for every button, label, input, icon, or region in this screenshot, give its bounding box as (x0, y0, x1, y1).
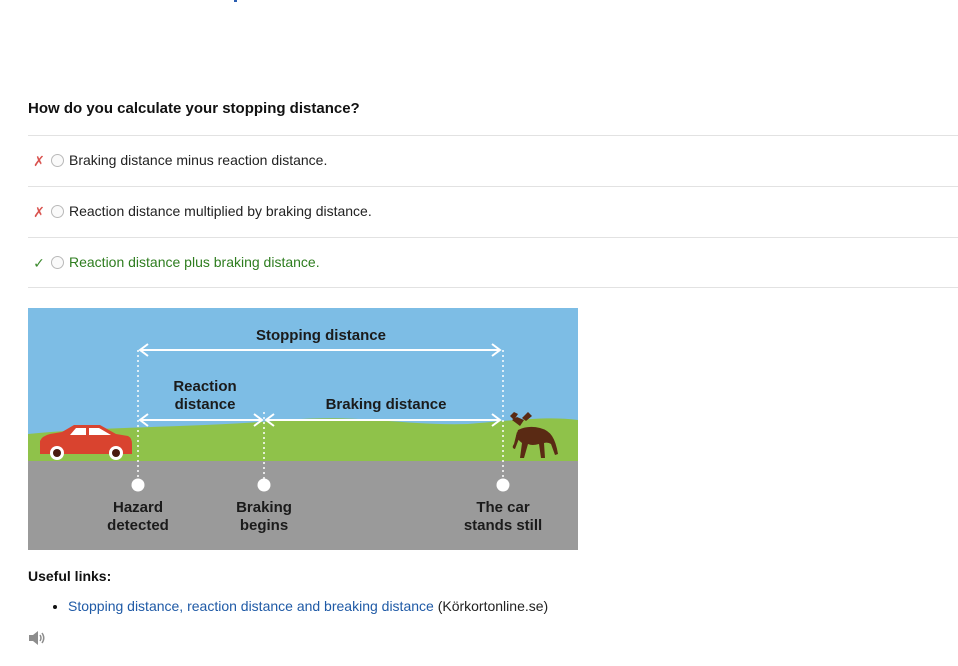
answer-option-2[interactable]: ✗ Reaction distance multiplied by brakin… (28, 186, 958, 237)
answer-option-3[interactable]: ✓ Reaction distance plus braking distanc… (28, 237, 958, 288)
illustration-svg: Stopping distance Reaction distance Brak… (28, 308, 578, 550)
braking-distance-label: Braking distance (326, 396, 447, 413)
reaction-distance-label-line1: Reaction (173, 378, 236, 395)
top-link-fragment (234, 0, 237, 2)
link-source: (Körkortonline.se) (433, 598, 549, 614)
wrong-mark-icon: ✗ (33, 204, 45, 220)
list-item: Stopping distance, reaction distance and… (68, 598, 548, 614)
speaker-icon-svg (29, 631, 45, 645)
check-mark-icon: ✓ (33, 255, 45, 271)
stopping-distance-link[interactable]: Stopping distance, reaction distance and… (68, 598, 434, 614)
radio-button[interactable] (51, 256, 64, 269)
useful-links-heading: Useful links: (28, 568, 112, 584)
still-dot (496, 478, 510, 492)
question-title: How do you calculate your stopping dista… (28, 100, 360, 117)
stopping-distance-label: Stopping distance (256, 327, 386, 344)
reaction-distance-label-line2: distance (175, 396, 236, 413)
speaker-icon[interactable] (28, 630, 46, 646)
answer-text[interactable]: Braking distance minus reaction distance… (69, 152, 327, 168)
hazard-dot (131, 478, 145, 492)
car-still-label-line2: stands still (464, 517, 542, 534)
answer-text-correct[interactable]: Reaction distance plus braking distance. (69, 254, 320, 270)
braking-begins-label-line1: Braking (236, 499, 292, 516)
radio-button[interactable] (51, 154, 64, 167)
answer-list: ✗ Braking distance minus reaction distan… (28, 135, 958, 288)
radio-button[interactable] (51, 205, 64, 218)
answer-option-1[interactable]: ✗ Braking distance minus reaction distan… (28, 135, 958, 186)
braking-begins-label-line2: begins (240, 517, 288, 534)
wrong-mark-icon: ✗ (33, 153, 45, 169)
useful-links-list: Stopping distance, reaction distance and… (46, 598, 548, 614)
answer-text[interactable]: Reaction distance multiplied by braking … (69, 203, 372, 219)
hazard-label-line1: Hazard (113, 499, 163, 516)
car-still-label-line1: The car (476, 499, 530, 516)
hazard-label-line2: detected (107, 517, 169, 534)
stopping-distance-illustration: Stopping distance Reaction distance Brak… (28, 308, 578, 550)
braking-dot (257, 478, 271, 492)
